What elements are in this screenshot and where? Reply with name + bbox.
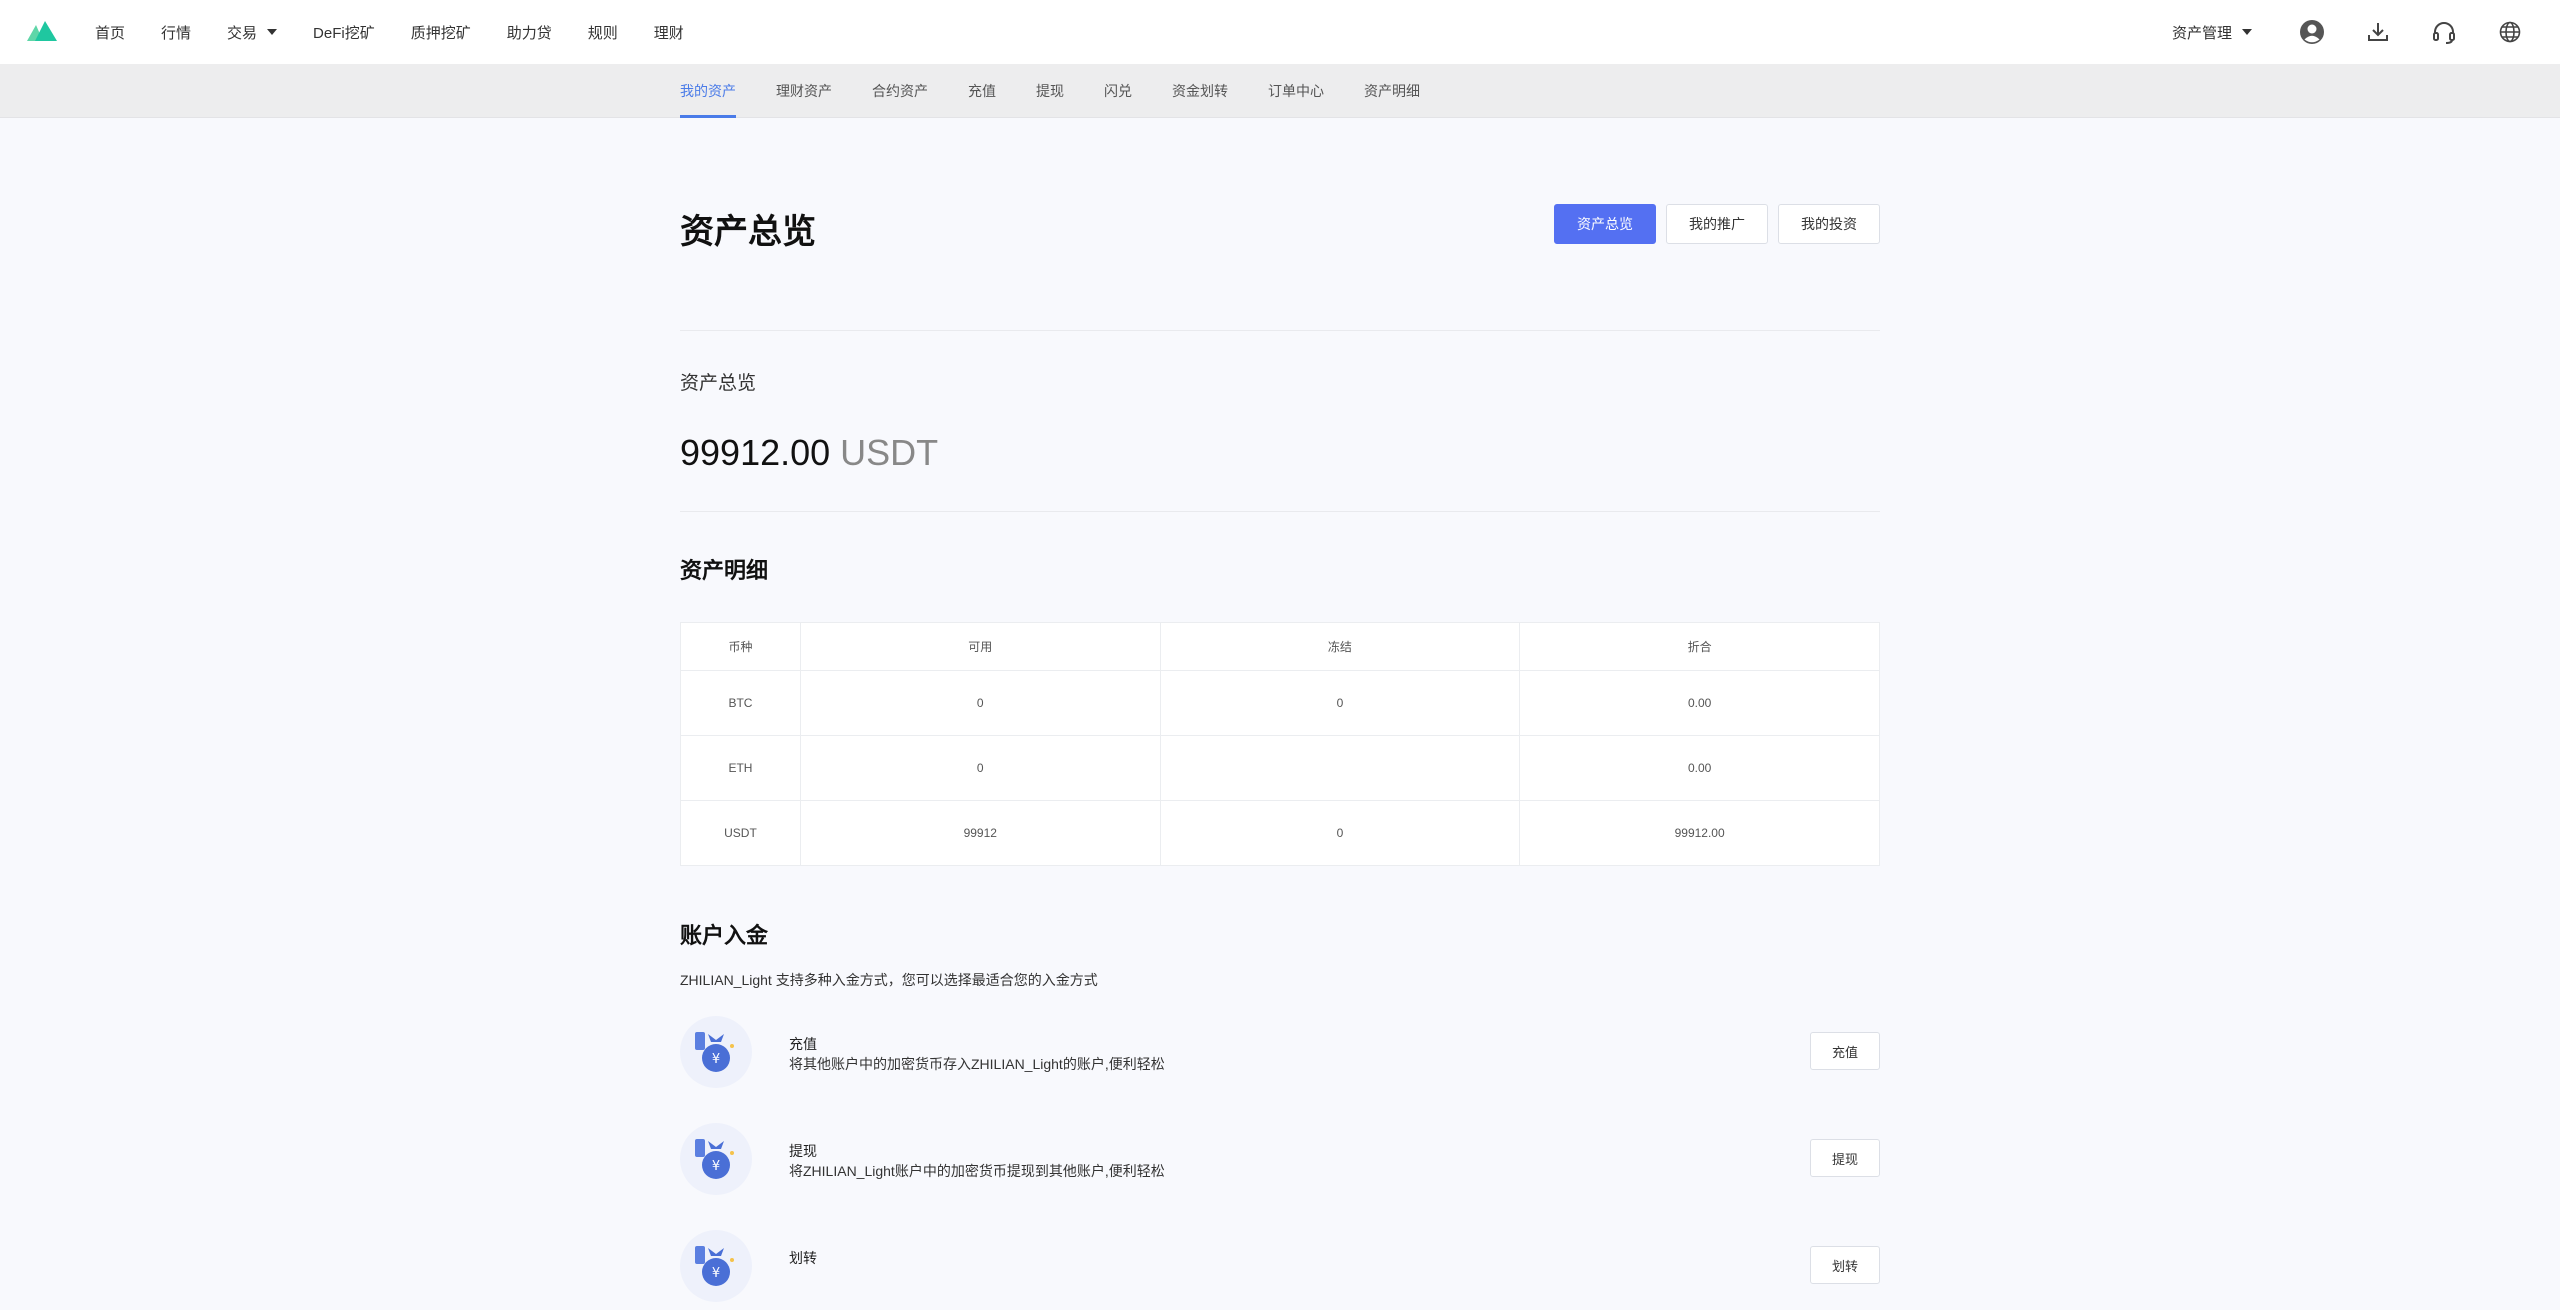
tab-my-assets[interactable]: 我的资产 (680, 64, 736, 118)
total-amount: 99912.00 (680, 432, 831, 473)
table-cell: 99912 (799, 800, 1161, 866)
asset-management-menu[interactable]: 资产管理 (2172, 22, 2252, 43)
table-row: BTC 0 0 0.00 (680, 670, 1880, 736)
svg-text:¥: ¥ (712, 1052, 720, 1067)
tab-withdraw[interactable]: 提现 (1036, 64, 1064, 118)
deposit-description: ZHILIAN_Light 支持多种入金方式，您可以选择最适合您的入金方式 (680, 972, 1098, 988)
nav-staking[interactable]: 质押挖矿 (411, 22, 471, 43)
tab-flash-swap[interactable]: 闪兑 (1104, 64, 1132, 118)
column-header-equivalent: 折合 (1519, 622, 1880, 671)
headset-icon[interactable] (2430, 18, 2458, 46)
deposit-item-title: 充值 (789, 1036, 817, 1052)
overview-label: 资产总览 (680, 373, 757, 394)
table-cell: 0.00 (1519, 735, 1880, 801)
sub-nav: 我的资产 理财资产 合约资产 充值 提现 闪兑 资金划转 订单中心 资产明细 (0, 64, 2560, 118)
total-unit: USDT (840, 432, 939, 473)
transfer-item-title: 划转 (789, 1250, 817, 1266)
tab-finance-assets[interactable]: 理财资产 (776, 64, 832, 118)
chevron-down-icon (2242, 29, 2252, 35)
tab-fund-transfer[interactable]: 资金划转 (1172, 64, 1228, 118)
table-cell: 0.00 (1519, 670, 1880, 736)
total-balance: 99912.00 USDT (680, 432, 938, 474)
table-cell: ETH (680, 735, 801, 801)
table-cell: 0 (1159, 670, 1521, 736)
table-cell: 0 (799, 735, 1161, 801)
money-bag-icon: ¥ (680, 1123, 752, 1195)
table-cell: BTC (680, 670, 801, 736)
sub-nav-tabs: 我的资产 理财资产 合约资产 充值 提现 闪兑 资金划转 订单中心 资产明细 (680, 64, 1460, 118)
table-row: USDT 99912 0 99912.00 (680, 800, 1880, 866)
nav-trade[interactable]: 交易 (227, 22, 278, 43)
deposit-item-text: 将其他账户中的加密货币存入ZHILIAN_Light的账户,便利轻松 (789, 1056, 1165, 1072)
nav-home[interactable]: 首页 (95, 22, 125, 43)
asset-table: 币种 可用 冻结 折合 BTC 0 0 0.00 ETH 0 0.00 USDT… (680, 622, 1880, 866)
download-icon[interactable] (2364, 18, 2392, 46)
svg-text:¥: ¥ (712, 1159, 720, 1174)
divider (680, 511, 1880, 512)
withdraw-item-title: 提现 (789, 1143, 817, 1159)
table-row: ETH 0 0.00 (680, 735, 1880, 801)
column-header-currency: 币种 (680, 622, 801, 671)
top-nav: 首页 行情 交易 DeFi挖矿 质押挖矿 助力贷 规则 理财 资产管理 (0, 0, 2560, 64)
table-header-row: 币种 可用 冻结 折合 (680, 622, 1880, 671)
nav-right: 资产管理 (2172, 0, 2560, 64)
svg-text:¥: ¥ (712, 1266, 720, 1281)
asset-overview-button[interactable]: 资产总览 (1554, 204, 1656, 244)
deposit-button[interactable]: 充值 (1810, 1032, 1880, 1070)
tab-contract-assets[interactable]: 合约资产 (872, 64, 928, 118)
table-cell: 0 (799, 670, 1161, 736)
nav-trade-label: 交易 (227, 24, 258, 42)
deposit-section-title: 账户入金 (680, 923, 769, 948)
table-cell: USDT (680, 800, 801, 866)
money-bag-icon: ¥ (680, 1230, 752, 1302)
list-item: ¥ 充值 将其他账户中的加密货币存入ZHILIAN_Light的账户,便利轻松 … (680, 1016, 1880, 1096)
money-bag-icon: ¥ (680, 1016, 752, 1088)
logo-icon[interactable] (27, 21, 57, 41)
nav-finance[interactable]: 理财 (654, 22, 684, 43)
column-header-available: 可用 (799, 622, 1161, 671)
nav-menu: 首页 行情 交易 DeFi挖矿 质押挖矿 助力贷 规则 理财 (95, 0, 720, 64)
nav-rules[interactable]: 规则 (588, 22, 618, 43)
transfer-button[interactable]: 划转 (1810, 1246, 1880, 1284)
tab-deposit[interactable]: 充值 (968, 64, 996, 118)
nav-loan[interactable]: 助力贷 (507, 22, 552, 43)
my-promotion-button[interactable]: 我的推广 (1666, 204, 1768, 244)
nav-market[interactable]: 行情 (161, 22, 191, 43)
asset-management-label: 资产管理 (2171, 24, 2232, 42)
nav-defi-mining[interactable]: DeFi挖矿 (313, 22, 375, 43)
tab-order-center[interactable]: 订单中心 (1268, 64, 1324, 118)
asset-details-title: 资产明细 (680, 558, 769, 583)
list-item: ¥ 划转 划转 (680, 1230, 1880, 1310)
page-title: 资产总览 (680, 213, 816, 251)
header-buttons: 资产总览 我的推广 我的投资 (1544, 204, 1880, 244)
globe-icon[interactable] (2496, 18, 2524, 46)
table-cell: 0 (1159, 800, 1521, 866)
user-icon[interactable] (2298, 18, 2326, 46)
chevron-down-icon (267, 29, 278, 35)
divider (680, 330, 1880, 331)
table-cell: 99912.00 (1519, 800, 1880, 866)
tab-asset-details[interactable]: 资产明细 (1364, 64, 1420, 118)
table-cell (1159, 735, 1521, 801)
my-investment-button[interactable]: 我的投资 (1778, 204, 1880, 244)
list-item: ¥ 提现 将ZHILIAN_Light账户中的加密货币提现到其他账户,便利轻松 … (680, 1123, 1880, 1203)
withdraw-button[interactable]: 提现 (1810, 1139, 1880, 1177)
column-header-frozen: 冻结 (1159, 622, 1521, 671)
withdraw-item-text: 将ZHILIAN_Light账户中的加密货币提现到其他账户,便利轻松 (789, 1163, 1165, 1179)
